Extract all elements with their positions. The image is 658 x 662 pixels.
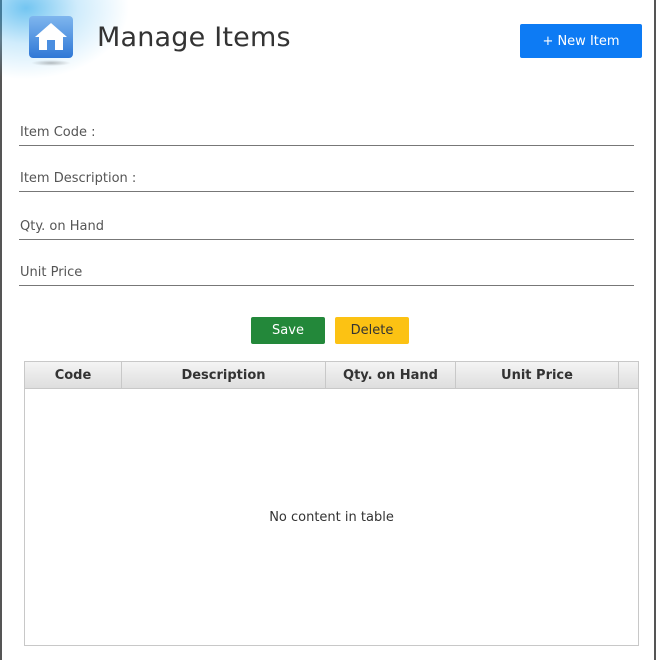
delete-button[interactable]: Delete	[335, 317, 409, 344]
item-description-field[interactable]	[19, 165, 634, 191]
unit-price-field[interactable]	[19, 259, 634, 285]
table-header: Code Description Qty. on Hand Unit Price	[25, 362, 638, 389]
home-icon-shadow	[31, 60, 71, 66]
column-header-description[interactable]: Description	[122, 362, 326, 388]
column-header-filler	[619, 362, 638, 388]
item-code-field-wrapper	[19, 119, 634, 146]
item-description-field-wrapper	[19, 165, 634, 192]
item-code-field[interactable]	[19, 119, 634, 145]
column-header-code[interactable]: Code	[25, 362, 122, 388]
column-header-qty-on-hand[interactable]: Qty. on Hand	[326, 362, 456, 388]
column-header-unit-price[interactable]: Unit Price	[456, 362, 619, 388]
unit-price-field-wrapper	[19, 259, 634, 286]
save-button[interactable]: Save	[251, 317, 325, 344]
home-icon[interactable]	[29, 16, 73, 58]
items-table[interactable]: Code Description Qty. on Hand Unit Price…	[24, 361, 639, 646]
table-empty-placeholder: No content in table	[269, 509, 394, 525]
new-item-button[interactable]: + New Item	[520, 24, 642, 58]
qty-on-hand-field-wrapper	[19, 213, 634, 240]
qty-on-hand-field[interactable]	[19, 213, 634, 239]
page-title: Manage Items	[97, 22, 291, 53]
